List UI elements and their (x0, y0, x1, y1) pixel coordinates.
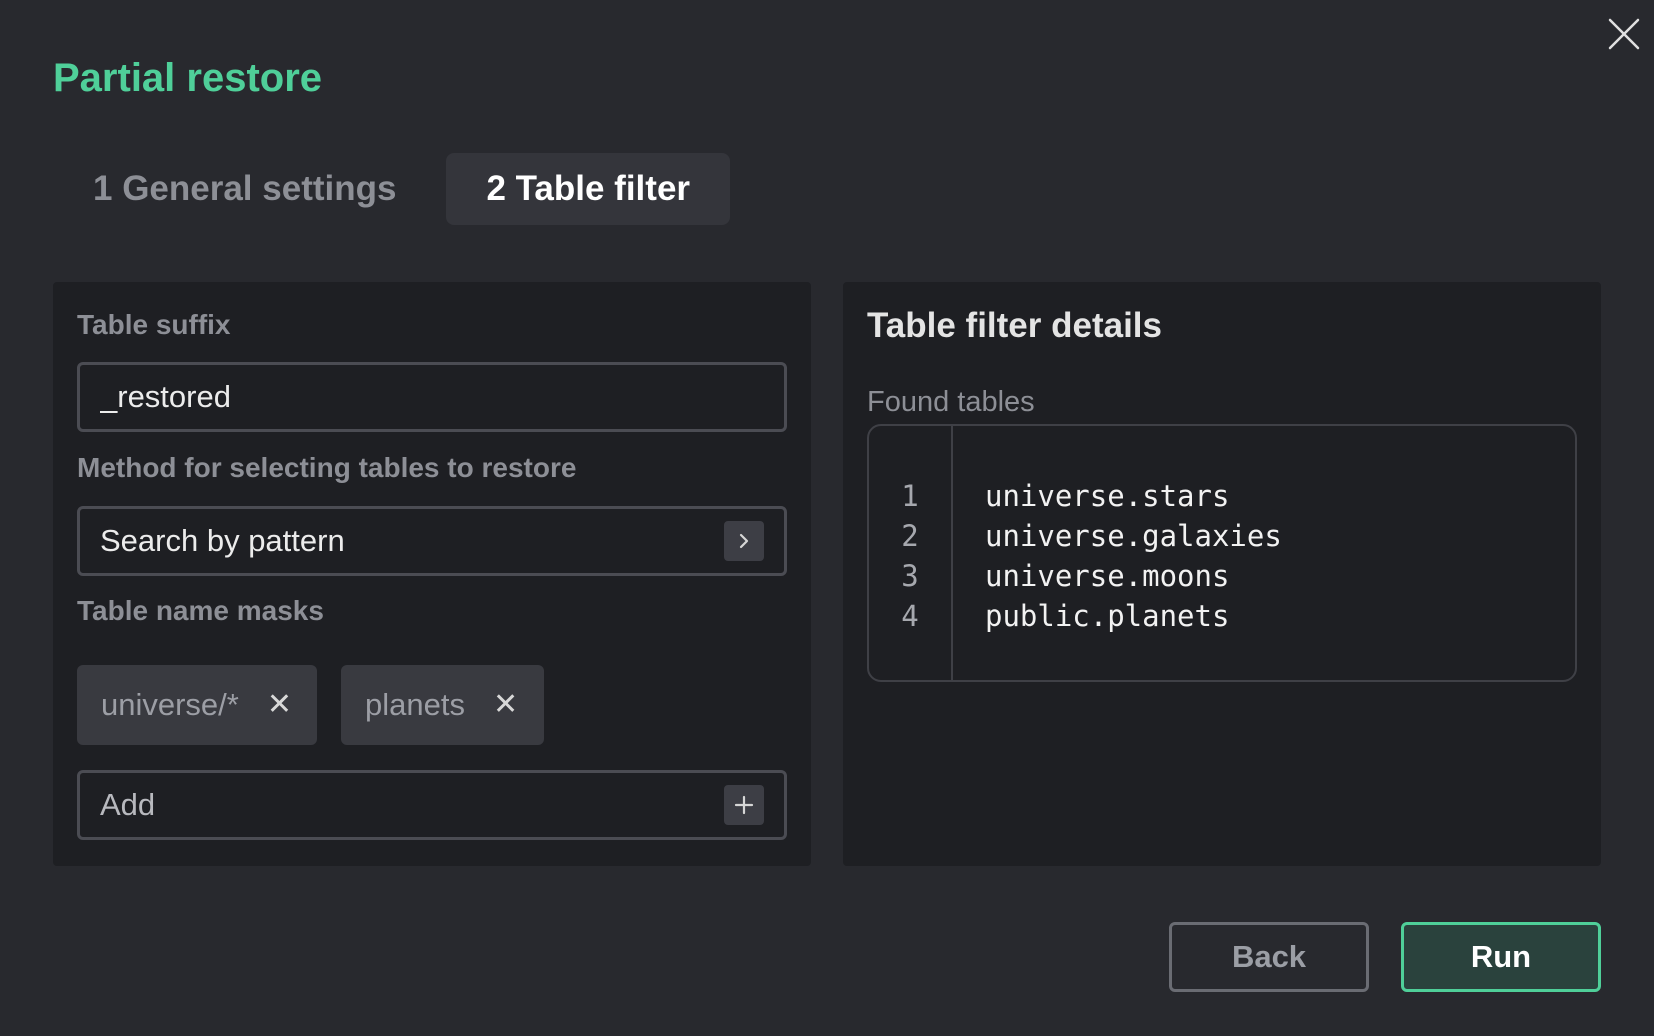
mask-chip-label: universe/* (101, 687, 239, 722)
method-select[interactable]: Search by pattern (77, 506, 787, 576)
chevron-right-icon (739, 533, 749, 549)
add-mask-button[interactable] (724, 785, 764, 825)
line-number-gutter: 1 2 3 4 (869, 426, 953, 680)
remove-mask-icon[interactable]: ✕ (493, 690, 518, 720)
remove-mask-icon[interactable]: ✕ (267, 690, 292, 720)
table-name: universe.moons (985, 559, 1230, 593)
line-number: 3 (901, 559, 919, 593)
line-number: 4 (901, 599, 919, 633)
plus-icon (734, 795, 754, 815)
table-names: universe.stars universe.galaxies univers… (953, 426, 1282, 680)
filter-form-panel: Table suffix Method for selecting tables… (53, 282, 811, 866)
method-value: Search by pattern (100, 523, 345, 558)
tab-table-filter[interactable]: 2 Table filter (446, 153, 731, 225)
table-suffix-field[interactable] (77, 362, 787, 432)
table-name: public.planets (985, 599, 1230, 633)
details-title: Table filter details (867, 306, 1162, 345)
table-name: universe.galaxies (985, 519, 1282, 553)
add-mask-field[interactable]: Add (77, 770, 787, 840)
mask-chip: planets ✕ (341, 665, 544, 745)
tab-general-settings[interactable]: 1 General settings (53, 153, 436, 225)
mask-chip: universe/* ✕ (77, 665, 317, 745)
table-name: universe.stars (985, 479, 1230, 513)
close-button[interactable] (1606, 16, 1642, 52)
mask-chips: universe/* ✕ planets ✕ (77, 665, 544, 745)
run-button[interactable]: Run (1401, 922, 1601, 992)
line-number: 1 (901, 479, 919, 513)
add-mask-input[interactable]: Add (100, 787, 724, 823)
dialog-title: Partial restore (53, 56, 323, 100)
found-tables-list: 1 2 3 4 universe.stars universe.galaxies… (867, 424, 1577, 682)
method-label: Method for selecting tables to restore (77, 452, 577, 483)
back-button[interactable]: Back (1169, 922, 1369, 992)
method-expand-button[interactable] (724, 521, 764, 561)
line-number: 2 (901, 519, 919, 553)
step-tabs: 1 General settings 2 Table filter (53, 153, 731, 225)
mask-chip-label: planets (365, 687, 465, 722)
filter-details-panel: Table filter details Found tables 1 2 3 … (843, 282, 1601, 866)
found-tables-label: Found tables (867, 386, 1035, 418)
table-suffix-input[interactable] (100, 379, 764, 415)
table-suffix-label: Table suffix (77, 309, 231, 340)
close-icon (1608, 18, 1640, 50)
masks-label: Table name masks (77, 595, 324, 626)
